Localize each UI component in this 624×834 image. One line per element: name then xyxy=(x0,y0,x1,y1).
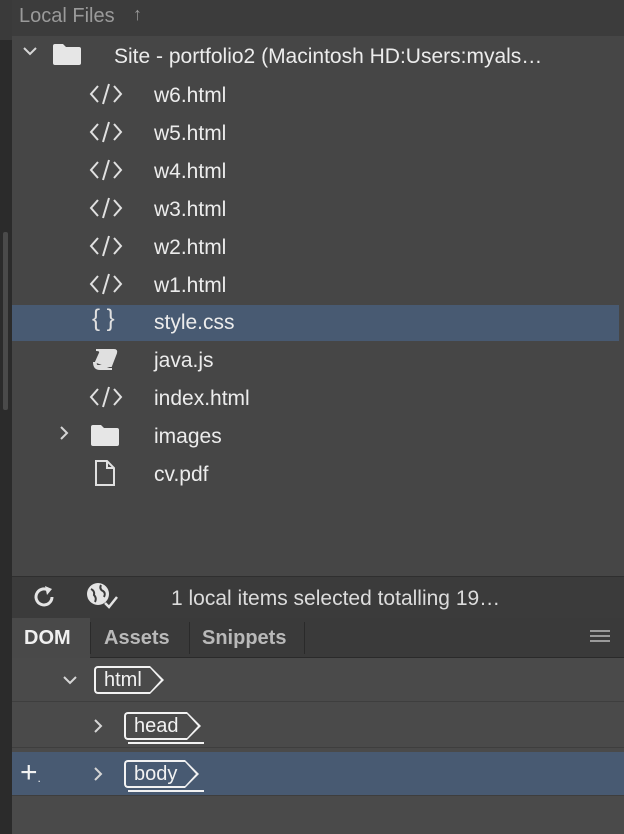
tab-snippets[interactable]: Snippets xyxy=(190,618,304,658)
code-file-icon xyxy=(89,234,123,262)
tree-row-folder[interactable]: images xyxy=(12,419,619,455)
tree-row-file[interactable]: w5.html xyxy=(12,116,619,152)
tree-row-file[interactable]: cv.pdf xyxy=(12,457,619,493)
left-panel-edge xyxy=(0,0,12,834)
panel-menu-icon[interactable] xyxy=(590,630,610,644)
tag-stack-line xyxy=(128,740,204,744)
tree-row-file[interactable]: index.html xyxy=(12,381,619,417)
file-name: style.css xyxy=(154,311,235,334)
file-name: w2.html xyxy=(154,236,227,259)
code-file-icon xyxy=(89,272,123,300)
file-name: w5.html xyxy=(154,122,227,145)
dom-node-body[interactable]: +. body xyxy=(12,752,624,796)
file-name: w1.html xyxy=(154,274,227,297)
files-status-bar: 1 local items selected totalling 19… xyxy=(12,576,624,618)
add-element-icon[interactable]: +. xyxy=(20,758,41,788)
script-file-icon xyxy=(92,347,120,377)
file-name: w6.html xyxy=(154,84,227,107)
left-scrollbar-thumb[interactable] xyxy=(3,232,8,410)
folder-icon xyxy=(52,42,82,70)
tag-label: body xyxy=(134,763,178,785)
tab-divider xyxy=(90,622,91,654)
selection-status-text: 1 local items selected totalling 19… xyxy=(171,587,501,610)
files-panel-header: Local Files ↑ xyxy=(12,0,624,36)
panel-tabs: DOM Assets Snippets xyxy=(12,618,624,658)
refresh-icon[interactable] xyxy=(30,583,58,618)
left-panel-header-edge xyxy=(0,0,12,40)
tag-label: html xyxy=(104,669,142,691)
tag-body[interactable]: body xyxy=(124,760,200,788)
tag-stack-line xyxy=(128,788,204,792)
code-file-icon xyxy=(89,385,123,413)
site-root-label: Site - portfolio2 (Macintosh HD:Users:my… xyxy=(114,45,543,68)
dom-tree-panel: html head +. body xyxy=(12,658,624,834)
file-name: w3.html xyxy=(154,198,227,221)
file-name: index.html xyxy=(154,387,250,410)
file-name: images xyxy=(154,425,222,448)
folder-icon xyxy=(90,423,120,451)
code-file-icon xyxy=(89,120,123,148)
dom-node-html[interactable]: html xyxy=(12,658,624,702)
tree-row-file[interactable]: w3.html xyxy=(12,192,619,228)
files-panel-title[interactable]: Local Files xyxy=(19,5,115,28)
document-file-icon xyxy=(93,459,117,491)
code-file-icon xyxy=(89,158,123,186)
file-name: cv.pdf xyxy=(154,463,209,486)
tree-row-file-selected[interactable]: { } style.css xyxy=(12,305,619,341)
chevron-down-icon[interactable] xyxy=(22,43,38,64)
globe-check-icon[interactable] xyxy=(85,581,119,618)
code-file-icon xyxy=(89,82,123,110)
tag-html[interactable]: html xyxy=(94,666,164,694)
tab-divider xyxy=(304,622,305,654)
tree-row-file[interactable]: java.js xyxy=(12,343,619,379)
files-panel: Local Files ↑ Site - portfolio2 (Macinto… xyxy=(12,0,624,618)
tag-head[interactable]: head xyxy=(124,712,200,740)
code-file-icon xyxy=(89,196,123,224)
tree-row-site-root[interactable]: Site - portfolio2 (Macintosh HD:Users:my… xyxy=(12,39,619,75)
dom-node-head[interactable]: head xyxy=(12,704,624,748)
chevron-right-icon[interactable] xyxy=(90,766,106,787)
tree-row-file[interactable]: w2.html xyxy=(12,230,619,266)
chevron-right-icon[interactable] xyxy=(90,718,106,739)
file-name: w4.html xyxy=(154,160,227,183)
tag-label: head xyxy=(134,715,179,737)
up-arrow-icon[interactable]: ↑ xyxy=(133,4,142,25)
chevron-right-icon[interactable] xyxy=(56,425,72,446)
tab-dom[interactable]: DOM xyxy=(12,618,90,658)
css-file-icon: { } xyxy=(92,305,115,332)
tree-row-file[interactable]: w6.html xyxy=(12,78,619,114)
file-name: java.js xyxy=(154,349,214,372)
tree-row-file[interactable]: w4.html xyxy=(12,154,619,190)
tab-assets[interactable]: Assets xyxy=(92,618,188,658)
tree-row-file[interactable]: w1.html xyxy=(12,268,619,304)
chevron-down-icon[interactable] xyxy=(62,672,78,693)
